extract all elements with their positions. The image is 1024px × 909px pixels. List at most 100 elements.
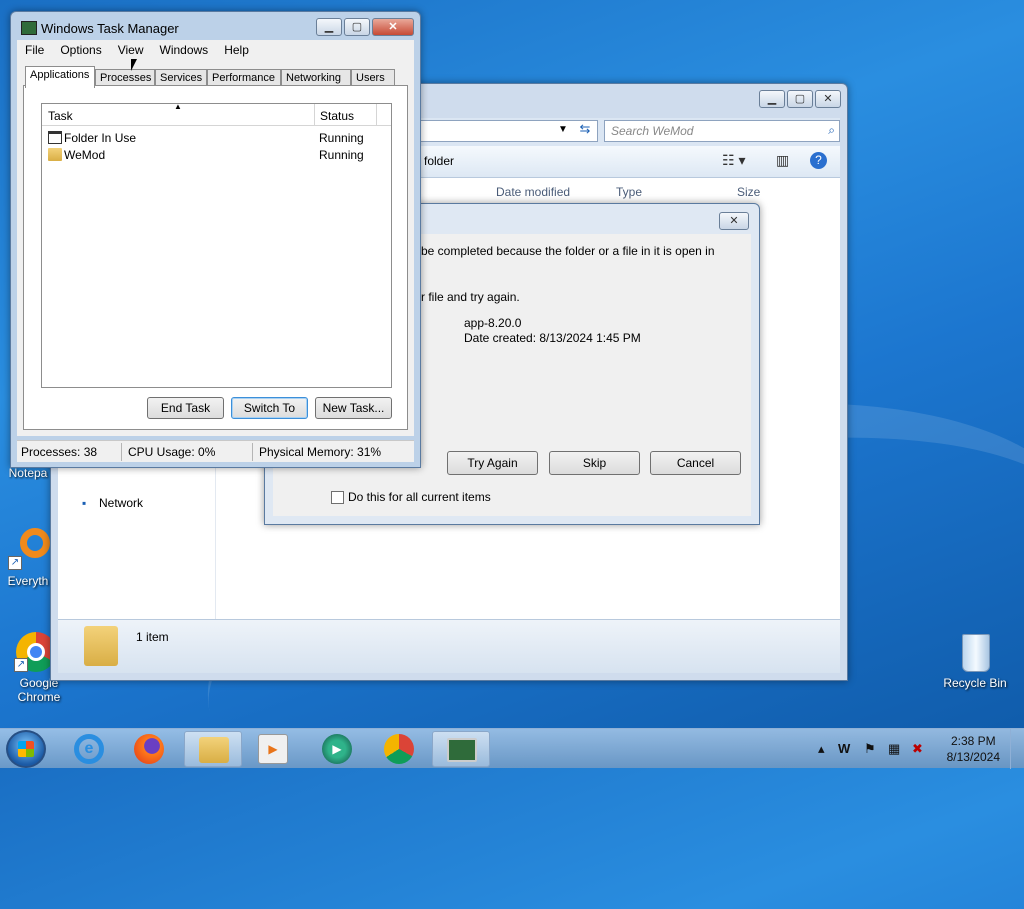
menu-options[interactable]: Options [52,40,109,60]
checkbox-box[interactable] [331,490,344,504]
address-bar[interactable] [398,120,598,142]
clock[interactable]: 2:38 PM 8/13/2024 [947,733,1000,765]
taskbar-internet-explorer[interactable]: e [60,731,118,767]
view-options-icon[interactable]: ☷ ▾ [722,152,745,169]
dialog-message-line2: r file and try again. [421,290,520,304]
column-type[interactable]: Type [616,185,642,199]
task-name: Folder In Use [64,131,137,145]
column-size[interactable]: Size [737,185,760,199]
try-again-button[interactable]: Try Again [447,451,538,475]
taskbar-chrome[interactable] [370,731,428,767]
cpu-usage: CPU Usage: 0% [128,445,216,459]
preview-pane-icon[interactable]: ▥ [776,152,789,169]
action-center-flag-icon[interactable]: ⚑ [864,741,876,757]
status-separator [252,443,253,461]
skip-button[interactable]: Skip [549,451,640,475]
network-icon[interactable]: ▦ [888,741,900,757]
chevron-down-icon[interactable]: ▼ [558,124,568,135]
folder-icon [84,626,118,666]
desktop-icon-label: Notepa [8,466,48,480]
apply-to-all-checkbox[interactable]: Do this for all current items [331,490,491,504]
desktop-icon-recycle-bin[interactable]: Recycle Bin [938,630,1012,690]
windows-logo-icon [18,741,34,757]
column-date-modified[interactable]: Date modified [496,185,570,199]
file-date-created: Date created: 8/13/2024 1:45 PM [464,331,641,345]
physical-memory: Physical Memory: 31% [259,445,382,459]
task-list-header: Task ▲ Status [42,102,391,126]
nav-item-network[interactable]: Network [99,496,143,510]
shortcut-arrow-icon: ↗ [14,658,28,672]
window-title: Windows Task Manager [41,21,179,36]
taskbar: e ▶ ▶ ▴ W ⚑ ▦ ✖ 2:38 PM 8/13/2024 [0,728,1024,769]
applications-tab-body: Task ▲ Status Folder In Use Running WeMo… [23,85,408,430]
menu-help[interactable]: Help [216,40,257,60]
dialog-message-line1: be completed because the folder or a fil… [421,244,715,258]
new-task-button[interactable]: New Task... [315,397,392,419]
desktop-icon-label: Recycle Bin [943,676,1007,690]
clock-time: 2:38 PM [950,734,996,748]
close-button[interactable]: ✕ [372,18,414,36]
show-desktop-button[interactable] [1010,729,1024,769]
menu-bar: File Options View Windows Help [17,40,414,60]
maximize-button[interactable]: ▢ [344,18,370,36]
wemod-tray-icon[interactable]: W [838,741,850,756]
start-button[interactable] [6,730,46,768]
task-row[interactable]: WeMod Running [46,146,391,163]
clock-date: 8/13/2024 [946,750,1000,764]
status-separator [121,443,122,461]
task-list[interactable]: Task ▲ Status Folder In Use Running WeMo… [41,102,392,388]
minimize-button[interactable]: ▁ [316,18,342,36]
toolbar-new-folder-text[interactable]: folder [424,154,454,168]
taskbar-media-player[interactable]: ▶ [244,731,302,767]
internet-explorer-icon: e [74,734,104,764]
item-count: 1 item [136,630,169,644]
explorer-status-bar: 1 item [58,619,840,673]
column-separator[interactable] [376,104,377,126]
taskbar-firefox[interactable] [120,731,178,767]
search-placeholder: Search WeMod [611,124,694,138]
minimize-button[interactable]: ▁ [759,90,785,108]
volume-muted-icon[interactable]: ✖ [912,741,923,757]
taskbar-wemod[interactable]: ▶ [308,731,366,767]
help-icon[interactable]: ? [810,152,827,169]
maximize-button[interactable]: ▢ [787,90,813,108]
refresh-icon[interactable]: ⇆ [574,121,596,141]
wemod-icon: ▶ [322,734,352,764]
mouse-cursor-icon [131,59,137,71]
task-manager-icon [447,738,477,762]
menu-windows[interactable]: Windows [152,40,217,60]
task-manager-status-bar: Processes: 38 CPU Usage: 0% Physical Mem… [17,440,414,462]
firefox-icon [134,734,164,764]
task-manager-caption-buttons: ▁ ▢ ✕ [316,18,414,36]
column-status[interactable]: Status [320,109,354,123]
desktop-icon-label: Everyth [7,574,49,588]
task-status: Running [319,148,364,162]
media-player-icon: ▶ [258,734,288,764]
tab-applications[interactable]: Applications [25,66,95,88]
taskbar-file-explorer[interactable] [184,731,242,767]
column-task[interactable]: Task [48,109,73,123]
checkbox-label: Do this for all current items [348,490,491,504]
menu-file[interactable]: File [17,40,52,60]
explorer-caption-buttons: ▁ ▢ ✕ [759,90,841,108]
process-count: Processes: 38 [21,445,98,459]
switch-to-button[interactable]: Switch To [231,397,308,419]
task-row[interactable]: Folder In Use Running [46,129,391,146]
folder-icon [48,148,62,161]
cancel-button[interactable]: Cancel [650,451,741,475]
task-manager-window[interactable]: Windows Task Manager ▁ ▢ ✕ File Options … [10,11,421,468]
task-manager-icon [21,21,37,35]
show-hidden-icons-icon[interactable]: ▴ [818,741,825,757]
shortcut-arrow-icon: ↗ [8,556,22,570]
task-manager-panel: Applications Processes Services Performa… [17,60,414,436]
search-input[interactable]: Search WeMod ⌕ [604,120,840,142]
end-task-button[interactable]: End Task [147,397,224,419]
dialog-close-button[interactable]: ✕ [719,212,749,230]
close-button[interactable]: ✕ [815,90,841,108]
taskbar-task-manager[interactable] [432,731,490,767]
system-tray: ▴ W ⚑ ▦ ✖ 2:38 PM 8/13/2024 [814,729,1024,769]
search-icon[interactable]: ⌕ [828,123,835,138]
column-separator[interactable] [314,104,315,126]
sort-arrow-icon: ▲ [174,102,182,111]
menu-view[interactable]: View [110,40,152,60]
